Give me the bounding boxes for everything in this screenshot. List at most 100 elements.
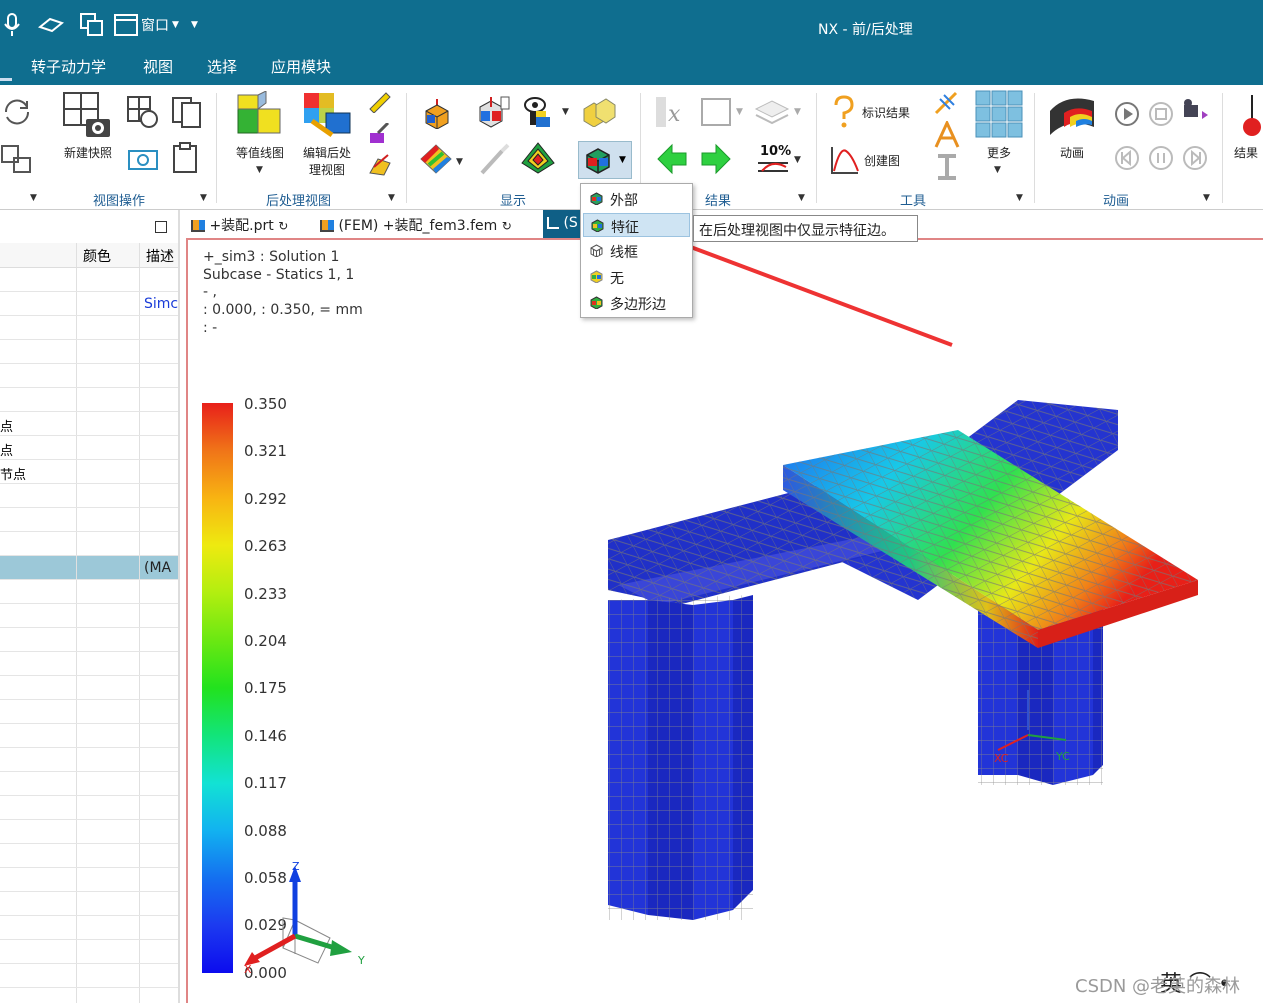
navigator-empty-row [0,604,178,628]
identify-result-icon[interactable] [832,95,856,133]
more-grid-icon[interactable] [974,89,1024,143]
chevron-down-icon[interactable]: ▼ [456,157,463,167]
annotation-display-icon[interactable] [522,95,556,133]
menu-item-edge-style[interactable]: 多边形边 [583,291,690,315]
contour-plot-icon[interactable] [234,90,286,143]
menu-selection[interactable]: 选择 [207,56,237,77]
menu-application-modules[interactable]: 应用模块 [271,56,331,77]
probe-icon[interactable] [932,89,960,121]
column-color[interactable]: 颜色 [83,246,111,266]
step-forward-icon[interactable] [1182,145,1208,175]
panel-splitter[interactable] [178,210,180,1003]
column-divider [76,796,77,819]
customize-quick-access-icon[interactable]: ▼ [191,10,198,40]
column-divider [139,412,140,435]
new-snapshot-icon[interactable] [62,91,114,145]
navigator-row[interactable]: (MA [0,556,178,580]
chevron-down-icon[interactable]: ▼ [388,193,395,203]
switch-window-icon[interactable] [80,10,104,40]
deform-icon[interactable] [368,153,394,181]
menu-view[interactable]: 视图 [143,56,173,77]
navigator-row[interactable] [0,388,178,412]
graphics-viewport[interactable]: +_sim3 : Solution 1 Subcase - Statics 1,… [186,238,1263,1003]
play-icon[interactable] [1114,101,1140,131]
navigator-row[interactable] [0,316,178,340]
menu-item-edge-style[interactable]: 无 [583,265,690,289]
blank-display-icon[interactable] [700,95,734,133]
chevron-down-icon[interactable]: ▼ [30,193,37,203]
edge-display-icon[interactable] [423,97,451,133]
chevron-down-icon[interactable]: ▼ [200,193,207,203]
copy-view-icon[interactable] [170,95,204,133]
navigator-row[interactable]: Simc [0,292,178,316]
menu-rotor-dynamics[interactable]: 转子动力学 [31,56,106,77]
layer-icon[interactable] [754,95,790,133]
fe-model-render[interactable]: XC YC [598,390,1218,930]
touch-mode-icon[interactable] [38,10,64,40]
navigator-empty-row [0,844,178,868]
tab-assembly-prt[interactable]: +装配.prt ↻ [191,215,288,235]
mic-icon[interactable] [4,10,20,40]
create-graph-icon[interactable] [830,145,860,179]
chevron-down-icon[interactable]: ▼ [794,155,801,165]
pause-icon[interactable] [1148,145,1174,175]
snapshot-list-icon[interactable] [126,95,160,133]
paint-icon[interactable] [368,121,392,149]
formula-icon[interactable]: x [654,95,690,133]
chevron-down-icon[interactable]: ▼ [1016,193,1023,203]
chevron-down-icon[interactable]: ▼ [256,165,263,175]
maximize-panel-icon[interactable] [155,221,167,233]
window-title: NX - 前/后处理 [818,22,913,38]
result-cut-icon[interactable] [1240,93,1263,141]
navigator-row[interactable]: 点 [0,412,178,436]
column-divider [139,940,140,963]
navigator-row[interactable] [0,340,178,364]
next-result-icon[interactable] [700,143,732,179]
chevron-down-icon[interactable]: ▼ [736,107,743,117]
navigator-row[interactable] [0,508,178,532]
iso-surface-icon[interactable] [520,141,556,179]
navigator-row[interactable] [0,364,178,388]
stop-icon[interactable] [1148,101,1174,131]
navigator-row-name: 节点 [0,468,27,483]
step-back-icon[interactable] [1114,145,1140,175]
navigator-row[interactable] [0,268,178,292]
animation-icon[interactable] [1046,91,1098,143]
navigator-row[interactable]: 点 [0,436,178,460]
tab-sim-active[interactable]: (S [543,210,583,238]
i-beam-icon[interactable] [934,153,960,185]
edge-style-dropdown-button[interactable]: ▼ [578,141,632,179]
tab-fem-file[interactable]: (FEM) +装配_fem3.fem ↻ [320,215,512,235]
refresh-icon[interactable] [0,95,34,133]
paste-view-icon[interactable] [170,141,204,179]
brush-icon[interactable] [478,143,512,181]
menu-item-edge-style[interactable]: 线框 [583,239,690,263]
menu-item-edge-style[interactable]: 特征 [583,213,690,237]
chevron-down-icon[interactable]: ▼ [562,107,569,117]
menu-item-edge-style[interactable]: 外部 [583,187,690,211]
camera-view-icon[interactable] [126,141,162,179]
orient-view-icon[interactable] [0,142,34,180]
navigator-row[interactable] [0,532,178,556]
deformation-scale-icon[interactable]: 10% [756,141,792,181]
result-cube-icon[interactable] [477,95,511,133]
column-description[interactable]: 描述 [146,246,174,266]
chevron-down-icon[interactable]: ▼ [794,107,801,117]
navigator-row[interactable]: 节点 [0,460,178,484]
box-display-icon[interactable] [582,97,616,131]
fringe-plot-icon[interactable] [419,143,453,179]
text-annotation-icon[interactable] [934,119,960,153]
chevron-down-icon[interactable]: ▼ [798,193,805,203]
previous-result-icon[interactable] [656,143,688,179]
navigator-row[interactable] [0,484,178,508]
column-divider [139,340,140,363]
edit-post-view-icon[interactable] [302,91,354,143]
column-divider [76,532,77,555]
window-menu-button[interactable]: 窗口 ▼ [114,10,179,40]
animation-settings-icon[interactable] [1180,99,1210,131]
ruler-icon[interactable] [368,91,392,117]
chevron-down-icon[interactable]: ▼ [994,165,1001,175]
nx-app-window: 窗口 ▼ ▼ NX - 前/后处理 转子动力学 视图 选择 应用模块 ▼ 新建快… [0,0,1263,1003]
chevron-down-icon[interactable]: ▼ [1203,193,1210,203]
window-menu-label: 窗口 [141,18,169,34]
